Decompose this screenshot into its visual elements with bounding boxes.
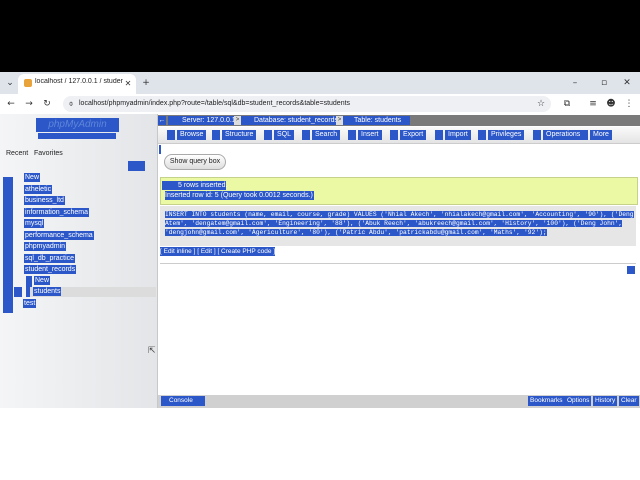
caret-marker [159, 145, 161, 154]
table-icon [14, 287, 22, 297]
breadcrumb-sep-icon: > [234, 116, 241, 125]
db-item[interactable]: information_schema [24, 207, 90, 217]
new-table-item[interactable]: New [34, 276, 51, 285]
collapse-arrow-icon[interactable]: ← [158, 116, 166, 125]
db-item-test[interactable]: test [23, 299, 37, 308]
db-item[interactable]: phpmyadmin [24, 242, 67, 251]
favicon-icon [24, 79, 32, 87]
tab-structure-icon [212, 130, 220, 140]
tab-browse-icon [167, 130, 175, 140]
console-toggle[interactable]: Console [161, 396, 205, 406]
nav-icons-row[interactable] [38, 133, 116, 139]
tab-sql-icon [264, 130, 272, 140]
tab-sql[interactable]: SQL [274, 130, 295, 140]
tab-export-icon [390, 130, 398, 140]
tab-more-icon [580, 130, 588, 140]
sql-line: 'dengjohn@gmail.com', 'Agericulture', '8… [165, 229, 547, 236]
minimize-icon[interactable]: – [568, 75, 582, 91]
menu-icon[interactable]: ⋮ [622, 96, 636, 112]
tab-insert[interactable]: Insert [358, 130, 382, 140]
tree-expander-column [3, 177, 13, 313]
media-icon[interactable]: ≡ [586, 96, 600, 112]
rows-inserted-text: 5 rows inserted. [178, 182, 228, 189]
tab-operations-icon [533, 130, 541, 140]
tab-structure[interactable]: Structure [222, 130, 257, 140]
breadcrumb-database[interactable]: Database: student_records [242, 116, 346, 125]
browser-tab[interactable]: localhost / 127.0.0.1 / student_r ✕ [18, 74, 136, 94]
db-item[interactable]: atheletic [24, 184, 53, 194]
settings-icon[interactable] [627, 266, 635, 274]
tab-export[interactable]: Export [400, 130, 427, 140]
bookmark-star-icon[interactable]: ☆ [535, 96, 547, 112]
query-action-links[interactable]: [ Edit inline ] [ Edit ] [ Create PHP co… [160, 247, 276, 256]
mouse-cursor-icon: ⇱ [148, 345, 156, 355]
table-item-students[interactable]: students [33, 287, 62, 296]
recent-tab[interactable]: Recent [6, 150, 28, 157]
sql-query-display: INSERT INTO students (name, email, cours… [160, 206, 636, 246]
tab-search-icon [302, 130, 310, 140]
new-database-item[interactable]: New [24, 173, 41, 182]
db-item[interactable]: business_ltd [24, 196, 65, 205]
tab-insert-icon [348, 130, 356, 140]
divider [160, 263, 636, 264]
reload-icon[interactable]: ↻ [40, 96, 54, 112]
tab-list-icon[interactable]: ⌄ [3, 75, 17, 91]
tab-privileges[interactable]: Privileges [488, 130, 525, 140]
sql-line: Atem', 'dengatem@gmail.com', 'Engineerin… [165, 220, 623, 227]
site-info-icon[interactable]: ⌽ [65, 96, 77, 112]
console-history-button[interactable]: History [593, 396, 618, 406]
profile-icon[interactable]: ☻ [604, 96, 618, 112]
tab-search[interactable]: Search [312, 130, 341, 140]
close-tab-icon[interactable]: ✕ [122, 76, 134, 92]
success-message: 5 rows inserted. Inserted row id: 5 (Que… [160, 177, 638, 205]
tab-import[interactable]: Import [445, 130, 471, 140]
breadcrumb-table[interactable]: Table: students [344, 116, 410, 125]
sql-line: INSERT INTO students (name, email, cours… [165, 211, 634, 218]
back-icon[interactable]: ← [4, 96, 18, 112]
db-item[interactable]: mysql [24, 219, 45, 228]
extensions-icon[interactable]: ⧉ [560, 96, 574, 112]
maximize-icon[interactable]: ▫ [597, 75, 611, 91]
favorites-tab[interactable]: Favorites [34, 150, 63, 157]
inserted-row-text: Inserted row id: 5 (Query took 0.0012 se… [165, 191, 314, 200]
tab-import-icon [435, 130, 443, 140]
db-item[interactable]: student_records [24, 265, 77, 274]
close-window-icon[interactable]: ✕ [620, 75, 634, 91]
db-item[interactable]: performance_schema [24, 230, 94, 240]
show-query-box-button[interactable]: Show query box [164, 154, 226, 170]
forward-icon[interactable]: → [22, 96, 36, 112]
db-item[interactable]: sql_db_practice [24, 253, 76, 263]
console-options-button[interactable]: Options [565, 396, 592, 406]
console-bookmarks-button[interactable]: Bookmarks [528, 396, 565, 406]
new-tab-icon[interactable]: + [139, 75, 153, 91]
url-text: localhost/phpmyadmin/index.php?route=/ta… [79, 100, 351, 107]
tab-operations[interactable]: Operations [543, 130, 584, 140]
main-content [158, 114, 640, 408]
tab-browse[interactable]: Browse [177, 130, 207, 140]
tab-privileges-icon [478, 130, 486, 140]
tab-more[interactable]: More [590, 130, 612, 140]
breadcrumb-sep-icon: > [336, 116, 343, 125]
tab-title: localhost / 127.0.0.1 / student_r [35, 78, 123, 85]
collapse-all-icon[interactable] [128, 161, 145, 171]
console-clear-button[interactable]: Clear [619, 396, 639, 406]
pma-logo[interactable]: phpMyAdmin [36, 118, 119, 132]
url-field[interactable]: ⌽ localhost/phpmyadmin/index.php?route=/… [63, 96, 551, 112]
